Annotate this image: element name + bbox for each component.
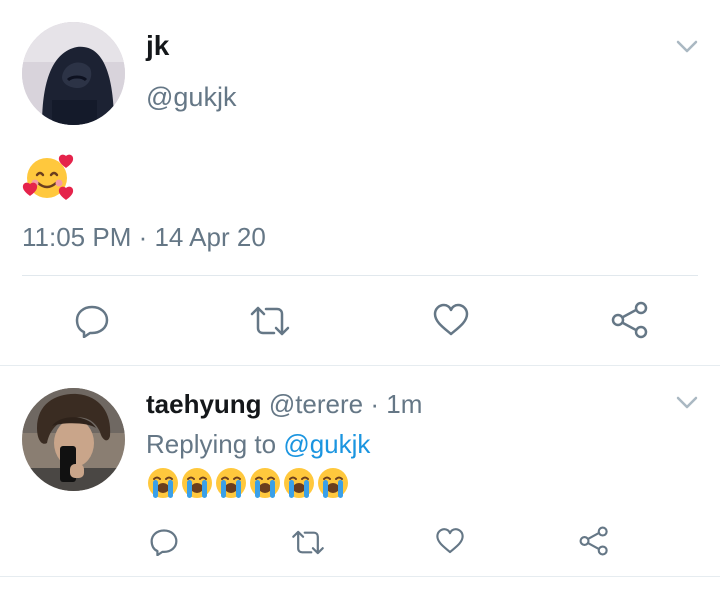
share-icon[interactable] xyxy=(578,526,610,556)
share-icon[interactable] xyxy=(610,301,650,339)
reply-content xyxy=(146,466,350,500)
loudly-crying-face-icon xyxy=(180,466,214,500)
replying-to-handle[interactable]: @gukjk xyxy=(283,429,370,459)
reply-author-avatar[interactable] xyxy=(22,388,125,491)
like-icon[interactable] xyxy=(435,527,465,555)
replying-to: Replying to @gukjk xyxy=(146,429,370,460)
loudly-crying-face-icon xyxy=(316,466,350,500)
separator-dot: · xyxy=(370,389,380,419)
replying-to-label: Replying to xyxy=(146,429,277,459)
hooded-person-photo-icon xyxy=(22,22,125,125)
selfie-photo-icon xyxy=(22,388,125,491)
tweet-separator xyxy=(0,576,720,577)
chevron-down-icon[interactable] xyxy=(676,40,698,54)
reply-time[interactable]: 1m xyxy=(386,389,422,419)
author-handle[interactable]: @gukjk xyxy=(146,82,236,113)
tweet-timestamp[interactable]: 11:05 PM · 14 Apr 20 xyxy=(22,222,266,253)
loudly-crying-face-icon xyxy=(214,466,248,500)
reply-author-name[interactable]: taehyung xyxy=(146,389,262,419)
reply-icon[interactable] xyxy=(149,528,179,556)
smiling-face-with-hearts-icon xyxy=(22,152,76,202)
chevron-down-icon[interactable] xyxy=(676,396,698,410)
retweet-icon[interactable] xyxy=(290,530,326,555)
loudly-crying-face-icon xyxy=(146,466,180,500)
divider xyxy=(22,275,698,276)
author-avatar[interactable] xyxy=(22,22,125,125)
like-icon[interactable] xyxy=(432,303,470,337)
loudly-crying-face-icon xyxy=(248,466,282,500)
loudly-crying-face-icon xyxy=(282,466,316,500)
reply-header: taehyung @terere · 1m xyxy=(146,389,422,420)
retweet-icon[interactable] xyxy=(248,306,292,336)
tweet-separator xyxy=(0,365,720,366)
reply-author-handle[interactable]: @terere xyxy=(269,389,363,419)
reply-icon[interactable] xyxy=(74,304,110,338)
author-name[interactable]: jk xyxy=(146,30,169,62)
